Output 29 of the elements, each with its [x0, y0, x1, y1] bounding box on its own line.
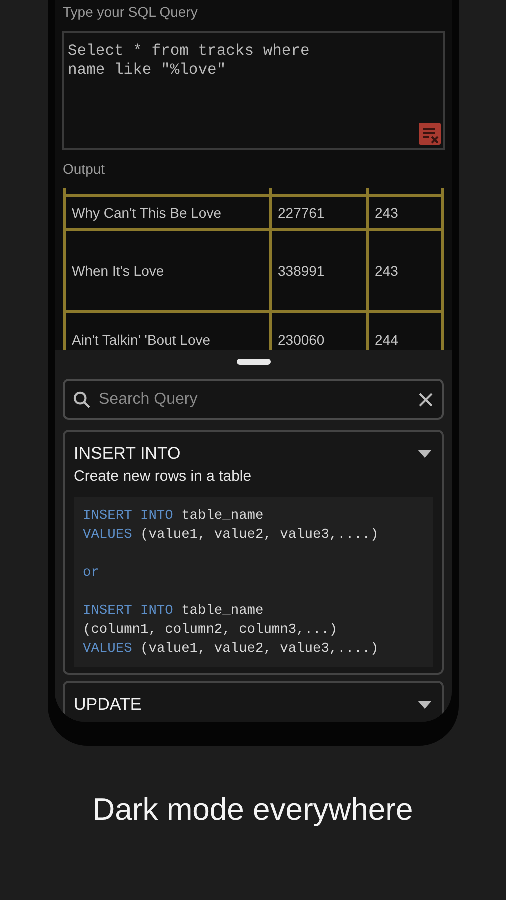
code-line: INSERT INTO table_name — [83, 603, 265, 621]
code-line: (column1, column2, column3,...) — [83, 622, 339, 640]
table-cell: 338991 — [272, 231, 369, 310]
close-icon[interactable] — [418, 392, 434, 408]
query-label: Type your SQL Query — [63, 3, 199, 21]
code-line: VALUES (value1, value2, value3,....) — [83, 641, 380, 659]
card-title: UPDATE — [74, 694, 142, 716]
code-line: or — [83, 565, 100, 583]
search-icon — [72, 390, 92, 410]
table-cell-text: 243 — [374, 262, 400, 280]
drag-handle[interactable] — [236, 359, 270, 365]
table-cell-text: 243 — [374, 204, 400, 222]
query-editor[interactable]: Select * from tracks where name like "%love" — [62, 31, 445, 150]
table-cell: When It's Love — [66, 231, 272, 310]
table-cell: 227761 — [272, 197, 369, 228]
output-label: Output — [63, 160, 106, 178]
dropdown-caret-icon[interactable] — [417, 449, 433, 459]
table-cell-text: 244 — [374, 330, 400, 350]
search-field[interactable]: Search Query — [63, 379, 444, 420]
query-card[interactable]: INSERT INTO Create new rows in a table INSERT INTO table_name VALUES (value1, value2, value3,....) or INSERT INTO table_name (column1, column2, column3,...) VALUES (value1, value2, value3,....) — [63, 430, 444, 675]
card-title: INSERT INTO — [74, 443, 181, 465]
card-subtitle: Create new rows in a table — [74, 467, 253, 487]
code-line: VALUES (value1, value2, value3,....) — [83, 527, 380, 545]
clear-icon[interactable] — [419, 123, 441, 145]
caption: Dark mode everywhere — [92, 792, 414, 828]
dropdown-caret-icon[interactable] — [417, 700, 433, 710]
query-card[interactable]: UPDATE — [63, 681, 444, 722]
table-cell: Why Can't This Be Love — [66, 197, 272, 228]
code-line: INSERT INTO table_name — [83, 508, 265, 526]
